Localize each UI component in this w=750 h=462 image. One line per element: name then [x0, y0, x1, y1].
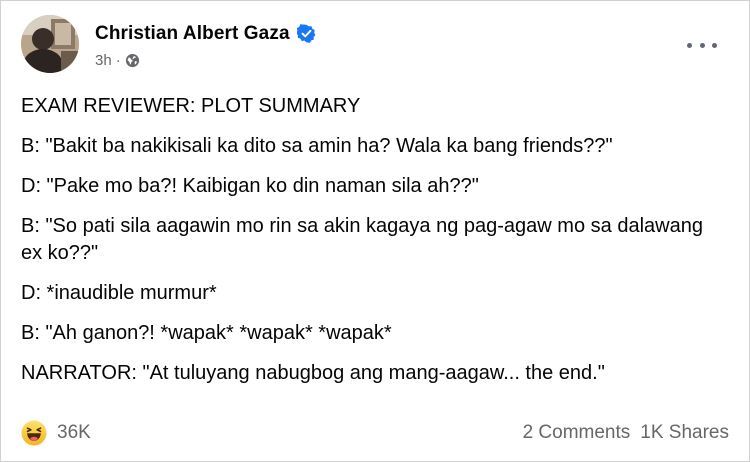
author-name[interactable]: Christian Albert Gaza: [95, 23, 290, 45]
post-footer: 36K 2 Comments 1K Shares: [21, 418, 729, 448]
reaction-count: 36K: [57, 422, 91, 443]
avatar[interactable]: [21, 15, 79, 73]
post-header: Christian Albert Gaza 3h ·: [21, 13, 316, 75]
post-time[interactable]: 3h: [95, 52, 112, 69]
more-options-icon[interactable]: [687, 36, 717, 54]
reaction-summary[interactable]: 36K: [21, 420, 91, 446]
post-line: EXAM REVIEWER: PLOT SUMMARY: [21, 95, 361, 117]
post-body: EXAM REVIEWER: PLOT SUMMARY B: "Bakit ba…: [21, 93, 721, 400]
verified-badge-icon: [295, 24, 316, 43]
globe-icon[interactable]: [125, 53, 140, 68]
post-sub-row: 3h ·: [95, 52, 316, 69]
separator-dot: ·: [115, 51, 121, 69]
post-line: D: *inaudible murmur*: [21, 282, 217, 304]
engagement-stats: 2 Comments 1K Shares: [523, 422, 729, 444]
more-dot: [699, 42, 705, 48]
post-line: B: "So pati sila aagawin mo rin sa akin …: [21, 215, 703, 264]
haha-emoji-icon: [21, 420, 47, 446]
author-row: Christian Albert Gaza: [95, 20, 316, 48]
post-card: Christian Albert Gaza 3h · EXAM REVIEWER…: [0, 0, 750, 462]
shares-count-link[interactable]: 1K Shares: [640, 422, 729, 444]
post-meta: Christian Albert Gaza 3h ·: [95, 20, 316, 69]
more-dot: [687, 42, 692, 48]
post-line: NARRATOR: "At tuluyang nabugbog ang mang…: [21, 362, 605, 384]
comments-count-link[interactable]: 2 Comments: [523, 422, 631, 444]
post-line: B: "Ah ganon?! *wapak* *wapak* *wapak*: [21, 322, 392, 344]
post-line: D: "Pake mo ba?! Kaibigan ko din naman s…: [21, 175, 479, 197]
post-line: B: "Bakit ba nakikisali ka dito sa amin …: [21, 135, 613, 157]
more-dot: [712, 42, 717, 48]
